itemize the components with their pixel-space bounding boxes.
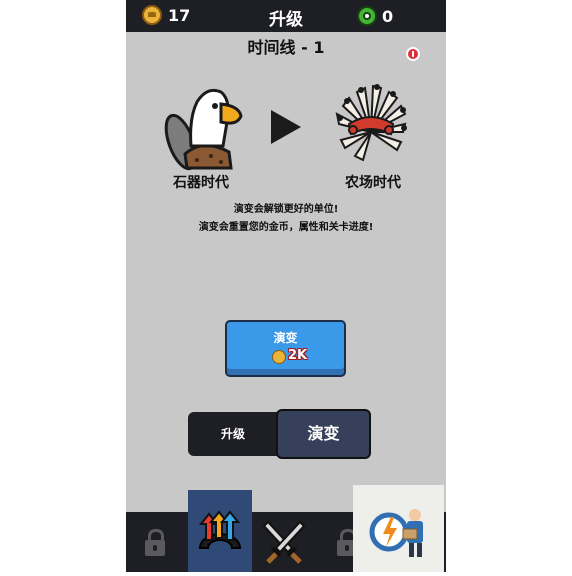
tab-upgrade[interactable]: 升级	[188, 412, 278, 456]
evolve-button-label: 演变	[273, 331, 298, 345]
nav-item-battle[interactable]	[252, 512, 316, 572]
stone-age-duck-icon	[164, 88, 243, 171]
evolve-button[interactable]: 演变 2K	[225, 320, 346, 377]
alert-icon[interactable]	[406, 47, 420, 61]
crossed-swords-icon	[262, 520, 306, 564]
upgrade-arrows-icon	[198, 510, 242, 549]
mode-toggle: 升级 演变	[188, 409, 371, 459]
ad-delivery-icon	[353, 485, 444, 572]
to-age-label: 农场时代	[345, 175, 401, 191]
ad-banner[interactable]	[353, 485, 444, 572]
coin-icon	[272, 350, 286, 364]
gem-icon	[357, 6, 377, 26]
from-age-label: 石器时代	[173, 175, 229, 191]
lock-icon	[145, 529, 165, 556]
nav-item-locked-1[interactable]	[126, 512, 188, 572]
tab-evolve[interactable]: 演变	[276, 409, 371, 459]
top-bar: 17 升级 0	[126, 0, 446, 32]
evolve-cost: 2K	[288, 348, 308, 363]
timeline-label: 时间线 - 1	[247, 38, 325, 57]
gem-count: 0	[382, 7, 394, 26]
nav-item-upgrades[interactable]	[188, 490, 252, 572]
description-line-2: 演变会重置您的金币，属性和关卡进度!	[198, 222, 374, 233]
description-line-1: 演变会解锁更好的单位!	[233, 204, 339, 215]
page-title: 升级	[269, 10, 303, 30]
farm-age-headdress-icon	[335, 84, 407, 162]
evolve-arrow-icon	[271, 110, 301, 144]
nav-item-locked-2[interactable]	[316, 512, 357, 572]
